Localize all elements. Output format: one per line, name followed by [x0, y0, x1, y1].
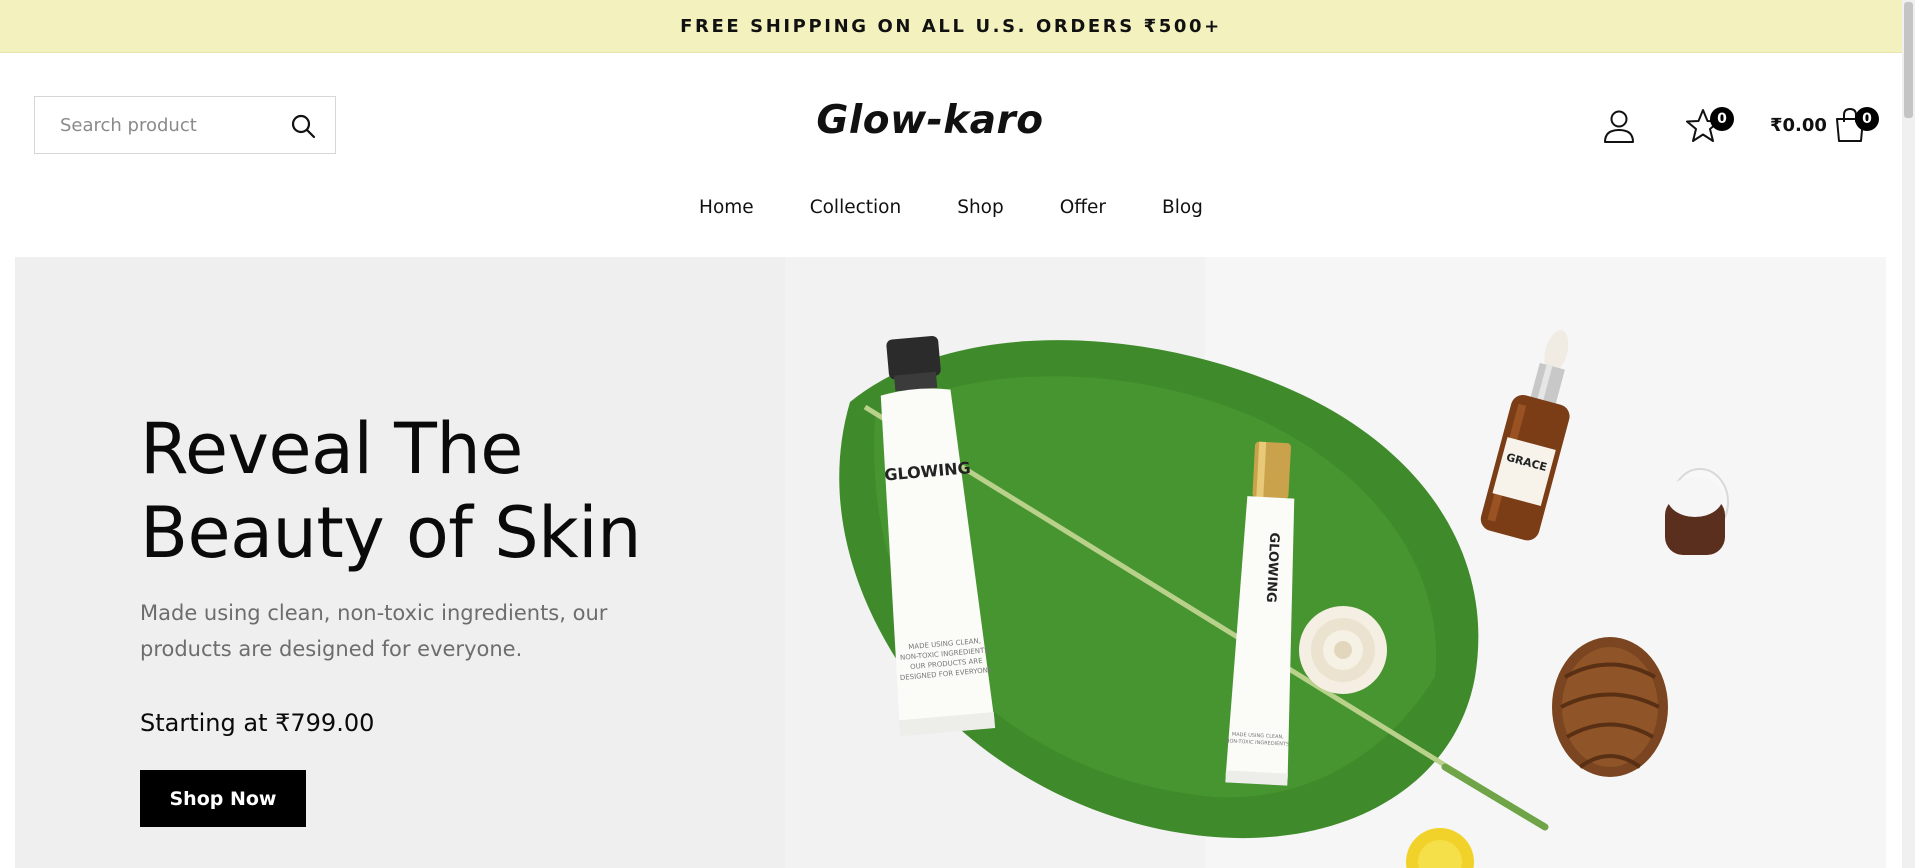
announcement-bar: FREE SHIPPING ON ALL U.S. ORDERS ₹500+: [0, 0, 1902, 53]
hero-price: Starting at ₹799.00: [140, 709, 375, 737]
hero-subtitle: Made using clean, non-toxic ingredients,…: [140, 601, 608, 661]
hero-product-image: GLOWING MADE USING CLEAN, NON-TOXIC INGR…: [785, 257, 1886, 868]
white-flower-illustration: [1299, 606, 1387, 694]
hero-title: Reveal The Beauty of Skin: [140, 407, 641, 575]
hero-title-line-2: Beauty of Skin: [140, 492, 641, 574]
search-box: [34, 96, 336, 154]
nav-item-offer[interactable]: Offer: [1060, 193, 1106, 223]
nav-item-home[interactable]: Home: [699, 193, 754, 223]
announcement-text: FREE SHIPPING ON ALL U.S. ORDERS ₹500+: [680, 15, 1222, 37]
scrollbar-thumb[interactable]: [1904, 2, 1913, 118]
nav-item-blog[interactable]: Blog: [1162, 193, 1203, 223]
shop-now-button[interactable]: Shop Now: [140, 770, 306, 827]
hero-title-line-1: Reveal The: [140, 408, 523, 490]
search-icon[interactable]: [289, 112, 317, 140]
cart-total[interactable]: ₹0.00: [1770, 115, 1827, 136]
wishlist-count-badge: 0: [1710, 107, 1734, 131]
cart-count-badge: 0: [1855, 107, 1879, 131]
page-scrollbar[interactable]: [1902, 0, 1915, 868]
hero-banner: Reveal The Beauty of Skin Made using cle…: [15, 257, 1886, 868]
nav-item-collection[interactable]: Collection: [810, 193, 902, 223]
brand-logo[interactable]: Glow-karo: [760, 98, 1100, 143]
search-input[interactable]: [60, 114, 280, 136]
user-icon[interactable]: [1600, 107, 1638, 145]
pine-cone-illustration: [1552, 637, 1668, 777]
main-nav: Home Collection Shop Offer Blog: [0, 193, 1902, 223]
nav-item-shop[interactable]: Shop: [957, 193, 1004, 223]
